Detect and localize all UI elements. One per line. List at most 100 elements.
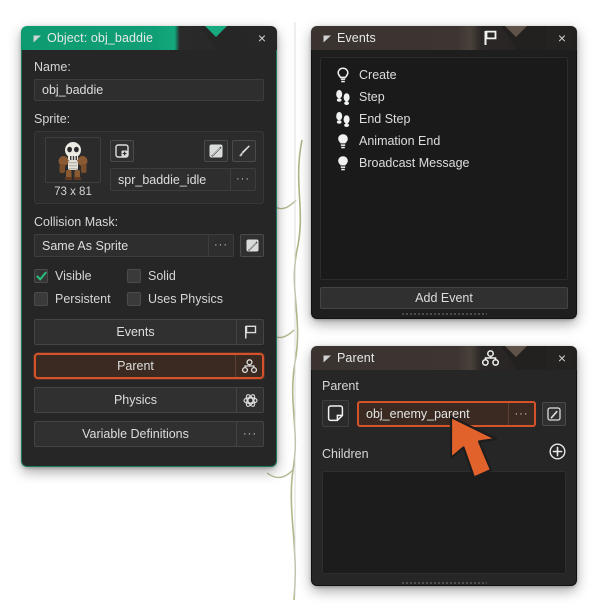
parent-panel: Parent × Parent obj_enemy_parent ··· Chi… — [311, 346, 577, 586]
collision-mask-field[interactable]: Same As Sprite — [34, 234, 208, 257]
object-panel-titlebar[interactable]: Object: obj_baddie × — [21, 26, 277, 50]
parent-field-row: obj_enemy_parent ··· — [322, 400, 566, 427]
resize-grip-icon[interactable] — [322, 578, 566, 587]
event-item-create[interactable]: Create — [325, 64, 563, 86]
variable-definitions-button[interactable]: Variable Definitions ··· — [34, 421, 264, 447]
children-label: Children — [322, 447, 369, 461]
ellipsis-icon: ··· — [236, 422, 263, 446]
parent-field-label: Parent — [322, 379, 359, 393]
lightbulb-outline-icon — [331, 66, 355, 84]
collision-mask-row: Same As Sprite ··· — [34, 234, 264, 257]
object-panel-body: Name: obj_baddie Sprite: 73 x 81 spr_bad… — [21, 50, 277, 467]
edit-sprite-icon[interactable] — [204, 140, 228, 162]
events-button[interactable]: Events — [34, 319, 264, 345]
checkbox-persistent-label: Persistent — [55, 292, 111, 306]
physics-button[interactable]: Physics — [34, 387, 264, 413]
object-properties-panel: Object: obj_baddie × Name: obj_baddie Sp… — [21, 26, 277, 467]
footsteps-icon — [331, 89, 355, 106]
parent-object-field[interactable]: obj_enemy_parent — [359, 403, 508, 425]
event-item-animation-end[interactable]: Animation End — [325, 130, 563, 152]
object-flags-group: Visible Solid Persistent Uses Physics — [34, 269, 264, 306]
checkbox-persistent[interactable]: Persistent — [34, 292, 127, 306]
parent-hierarchy-icon — [235, 355, 262, 377]
checkbox-box — [127, 269, 141, 283]
flag-icon — [479, 30, 501, 46]
object-panel-title: Object: obj_baddie — [47, 31, 154, 45]
new-sprite-icon[interactable] — [110, 140, 134, 162]
sprite-name-field[interactable]: spr_baddie_idle — [110, 168, 230, 191]
sprite-name-row: spr_baddie_idle ··· — [110, 168, 256, 191]
sprite-thumbnail-skeleton[interactable] — [45, 137, 101, 183]
checkbox-visible-label: Visible — [55, 269, 92, 283]
sprite-label: Sprite: — [34, 112, 71, 126]
add-event-button[interactable]: Add Event — [320, 287, 568, 309]
close-icon[interactable]: × — [547, 350, 577, 366]
events-panel-body: Create Step End Step Animation End Broad… — [311, 50, 577, 319]
checkbox-uses-physics-label: Uses Physics — [148, 292, 224, 306]
titlebar-notch-decoration — [501, 26, 547, 50]
edit-mask-icon[interactable] — [240, 234, 264, 257]
lightbulb-filled-icon — [331, 155, 355, 172]
checkbox-box — [34, 292, 48, 306]
events-button-label: Events — [116, 325, 155, 339]
titlebar-notch-decoration — [501, 346, 547, 370]
event-label: Animation End — [359, 134, 441, 148]
grip-dots — [401, 581, 487, 584]
parent-panel-title: Parent — [337, 351, 375, 365]
paint-brush-icon[interactable] — [232, 140, 256, 162]
grip-dots — [401, 312, 487, 315]
object-name-input[interactable]: obj_baddie — [34, 79, 264, 101]
variable-definitions-button-label: Variable Definitions — [82, 427, 189, 441]
sprite-controls: spr_baddie_idle ··· — [104, 137, 256, 198]
parent-button-label: Parent — [117, 359, 154, 373]
children-list[interactable] — [322, 471, 566, 574]
events-list: Create Step End Step Animation End Broad… — [320, 57, 568, 280]
footsteps-icon — [331, 111, 355, 128]
event-label: Create — [359, 68, 397, 82]
edit-parent-icon[interactable] — [542, 401, 566, 426]
parent-button[interactable]: Parent — [34, 353, 264, 379]
titlebar-notch-decoration — [201, 26, 247, 50]
sprite-dimensions: 73 x 81 — [54, 186, 92, 198]
events-panel: Events × Create Step End Step Animation … — [311, 26, 577, 319]
checkmark-icon — [34, 269, 48, 283]
sprite-button-row — [110, 137, 256, 165]
parent-panel-titlebar[interactable]: Parent × — [311, 346, 577, 370]
checkbox-uses-physics[interactable]: Uses Physics — [127, 292, 264, 306]
checkbox-solid[interactable]: Solid — [127, 269, 264, 283]
events-panel-title: Events — [337, 31, 376, 45]
physics-atom-icon — [236, 388, 263, 412]
children-header: Children — [322, 443, 566, 465]
sprite-section: 73 x 81 spr_baddie_idle ··· — [34, 131, 264, 204]
parent-object-field-wrapper[interactable]: obj_enemy_parent ··· — [357, 400, 536, 427]
event-label: End Step — [359, 112, 411, 126]
triangle-collapse-icon[interactable] — [29, 34, 45, 43]
event-label: Broadcast Message — [359, 156, 470, 170]
flag-icon — [236, 320, 263, 344]
events-panel-titlebar[interactable]: Events × — [311, 26, 577, 50]
name-label: Name: — [34, 60, 71, 74]
parent-panel-body: Parent obj_enemy_parent ··· Children — [311, 370, 577, 586]
event-item-broadcast-message[interactable]: Broadcast Message — [325, 152, 563, 174]
collision-mask-menu-button[interactable]: ··· — [208, 234, 234, 257]
sprite-menu-button[interactable]: ··· — [230, 168, 256, 191]
checkbox-visible[interactable]: Visible — [34, 269, 127, 283]
resize-grip-icon[interactable] — [320, 309, 568, 318]
checkbox-box — [127, 292, 141, 306]
plus-circle-icon[interactable] — [549, 443, 566, 465]
physics-button-label: Physics — [113, 393, 158, 407]
close-icon[interactable]: × — [547, 30, 577, 46]
triangle-collapse-icon[interactable] — [319, 354, 335, 363]
object-resource-icon — [322, 400, 349, 427]
checkbox-solid-label: Solid — [148, 269, 176, 283]
event-item-end-step[interactable]: End Step — [325, 108, 563, 130]
lightbulb-filled-icon — [331, 133, 355, 150]
collision-mask-label: Collision Mask: — [34, 215, 119, 229]
parent-object-menu-button[interactable]: ··· — [508, 402, 534, 425]
parent-hierarchy-icon — [479, 350, 501, 366]
event-label: Step — [359, 90, 385, 104]
triangle-collapse-icon[interactable] — [319, 34, 335, 43]
close-icon[interactable]: × — [247, 30, 277, 46]
sprite-thumbnail-wrap: 73 x 81 — [42, 137, 104, 198]
event-item-step[interactable]: Step — [325, 86, 563, 108]
